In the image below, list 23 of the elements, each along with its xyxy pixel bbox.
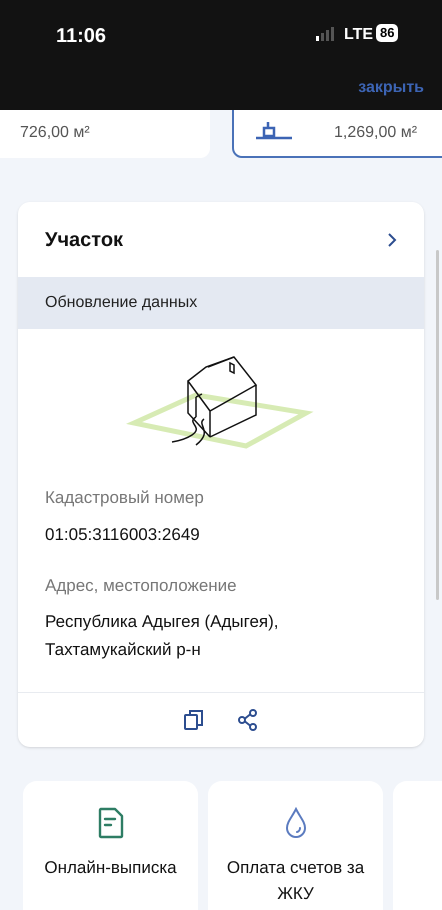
area-value: 1,269,00 м² [334, 123, 418, 143]
status-time: 11:06 [56, 24, 106, 49]
chevron-right-icon[interactable] [387, 232, 397, 246]
area-card[interactable]: 726,00 м² [0, 108, 210, 158]
area-value: 726,00 м² [20, 123, 90, 143]
document-icon [98, 807, 124, 839]
area-card[interactable]: 1,269,00 м² [232, 108, 442, 158]
network-label: LTE [344, 25, 374, 45]
signal-icon [316, 27, 336, 41]
band-text: Обновление данных [45, 293, 198, 313]
card-title: Участок [45, 228, 124, 252]
field-value: 01:05:3116003:2649 [45, 524, 201, 546]
service-label: Оплата счетов за ЖКУ [226, 857, 366, 905]
field-value: Республика Адыгея (Адыгея), Тахтамукайский р-н [45, 611, 280, 661]
service-label: Онлайн-выписка [43, 857, 178, 879]
water-drop-icon [284, 807, 308, 839]
battery-indicator: 86 [376, 24, 398, 42]
service-card[interactable]: Оплата счетов за ЖКУ [208, 781, 383, 910]
copy-icon[interactable] [183, 709, 205, 731]
field-label: Кадастровый номер [45, 487, 205, 509]
field-label: Адрес, местоположение [45, 574, 238, 596]
service-card[interactable]: Онлайн-выписка [23, 781, 198, 910]
share-icon[interactable] [237, 709, 259, 731]
